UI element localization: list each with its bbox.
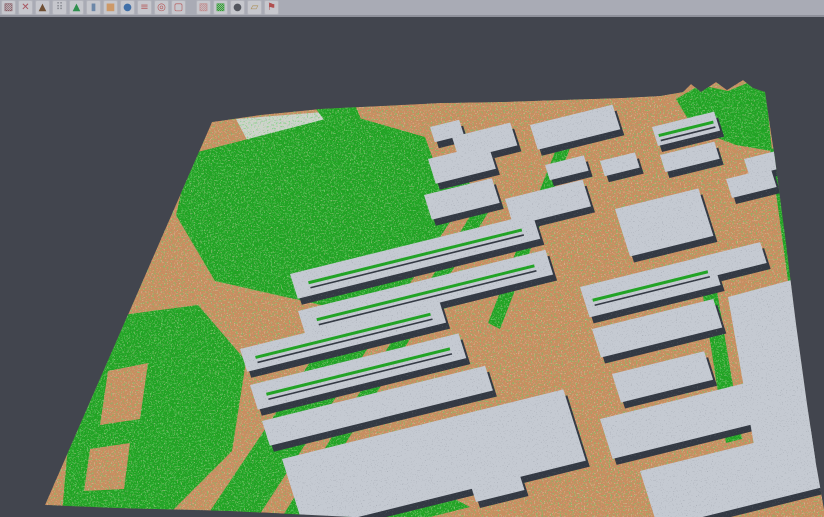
profile-view-icon[interactable]: ▮	[86, 0, 101, 15]
cross-section-icon[interactable]: ✕	[18, 0, 33, 15]
classified-point-cloud-scene	[0, 19, 824, 517]
target-icon[interactable]: ◎	[154, 0, 169, 15]
3d-viewport[interactable]	[0, 19, 824, 517]
clip-region-icon[interactable]: ▧	[196, 0, 211, 15]
globe-icon[interactable]: ●	[120, 0, 135, 15]
toolbar-separator	[188, 0, 194, 15]
measure-icon[interactable]: ▱	[247, 0, 262, 15]
camera-icon[interactable]: ●	[230, 0, 245, 15]
application-window: ▨✕▲⠿▲▮■●≡◎▢▧▩●▱⚑	[0, 0, 824, 517]
flag-icon[interactable]: ⚑	[264, 0, 279, 15]
classification-icon[interactable]: ▩	[213, 0, 228, 15]
tin-terrain-icon[interactable]: ▲	[35, 0, 50, 15]
ortho-image-icon[interactable]: ■	[103, 0, 118, 15]
toolbar: ▨✕▲⠿▲▮■●≡◎▢▧▩●▱⚑	[0, 0, 824, 17]
attribute-table-icon[interactable]: ≡	[137, 0, 152, 15]
dem-terrain-icon[interactable]: ▲	[69, 0, 84, 15]
extent-icon[interactable]: ▢	[171, 0, 186, 15]
point-cloud-icon[interactable]: ⠿	[52, 0, 67, 15]
select-area-icon[interactable]: ▨	[1, 0, 16, 15]
